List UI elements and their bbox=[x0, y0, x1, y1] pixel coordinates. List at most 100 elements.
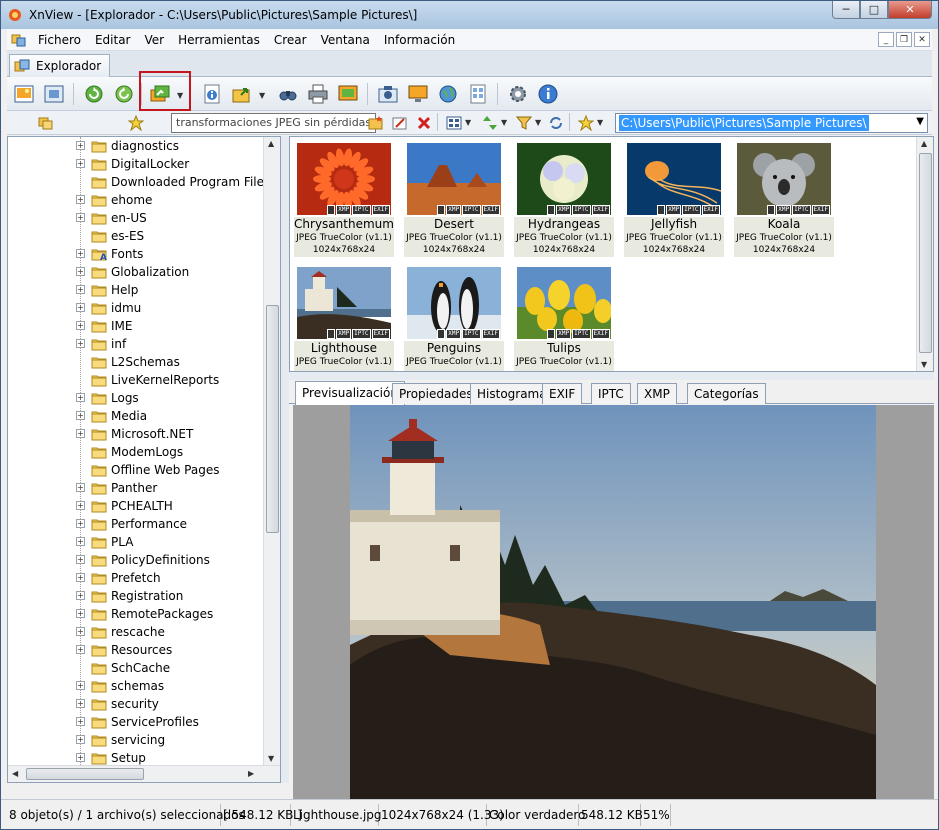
tree-item[interactable]: + schemas bbox=[8, 677, 264, 695]
tab-propiedades[interactable]: Propiedades bbox=[392, 383, 480, 404]
tree-item[interactable]: + servicing bbox=[8, 731, 264, 749]
web-page-button[interactable] bbox=[435, 81, 461, 107]
thumbnail-item[interactable]: XMP IPTC EXIF Desert JPEG TrueColor (v1.1) 10… bbox=[404, 139, 504, 257]
tree-expander-icon[interactable]: + bbox=[76, 339, 85, 348]
tree-expander-icon[interactable]: + bbox=[76, 717, 85, 726]
tree-item[interactable]: + Prefetch bbox=[8, 569, 264, 587]
contact-sheet-button[interactable] bbox=[465, 81, 491, 107]
thumbnail-item[interactable]: XMP IPTC EXIF Tulips JPEG TrueColor (v1.1) bbox=[514, 263, 614, 371]
tree-item[interactable]: ModemLogs bbox=[8, 443, 264, 461]
tree-expander-icon[interactable]: + bbox=[76, 699, 85, 708]
thumbnail-item[interactable]: XMP IPTC EXIF Chrysanthemum JPEG TrueColor (… bbox=[294, 139, 394, 257]
tree-expander-icon[interactable]: + bbox=[76, 627, 85, 636]
tab-iptc[interactable]: IPTC bbox=[591, 383, 631, 404]
tree-expander-icon[interactable]: + bbox=[76, 303, 85, 312]
convert-button[interactable] bbox=[229, 81, 255, 107]
tree-expander-icon[interactable]: + bbox=[76, 537, 85, 546]
screen-view-button[interactable] bbox=[405, 81, 431, 107]
tree-expander-icon[interactable]: + bbox=[76, 411, 85, 420]
tree-expander-icon[interactable]: + bbox=[76, 159, 85, 168]
tab-xmp[interactable]: XMP bbox=[637, 383, 677, 404]
properties-button[interactable] bbox=[199, 81, 225, 107]
tree-item[interactable]: + ServiceProfiles bbox=[8, 713, 264, 731]
thumbnail-browser[interactable]: XMP IPTC EXIF Chrysanthemum JPEG TrueColor (… bbox=[289, 136, 934, 372]
folder-tree[interactable]: + diagnostics + DigitalLocker Downloaded Pro… bbox=[7, 136, 281, 783]
address-bar[interactable]: C:\Users\Public\Pictures\Sample Pictures… bbox=[615, 113, 928, 133]
sync-button[interactable] bbox=[547, 114, 565, 132]
tree-item[interactable]: + Globalization bbox=[8, 263, 264, 281]
tree-item[interactable]: + Panther bbox=[8, 479, 264, 497]
favorites-dropdown-arrow[interactable]: ▼ bbox=[597, 118, 603, 127]
thumbnail-item[interactable]: XMP IPTC EXIF Koala JPEG TrueColor (v1.1) 102… bbox=[734, 139, 834, 257]
tree-item[interactable]: + IME bbox=[8, 317, 264, 335]
tree-item[interactable]: L2Schemas bbox=[8, 353, 264, 371]
tree-item[interactable]: + Resources bbox=[8, 641, 264, 659]
tree-expander-icon[interactable]: + bbox=[76, 609, 85, 618]
filter-button[interactable] bbox=[515, 114, 533, 132]
favorites-add-button[interactable] bbox=[127, 114, 145, 132]
tree-item[interactable]: + diagnostics bbox=[8, 137, 264, 155]
tree-expander-icon[interactable]: + bbox=[76, 735, 85, 744]
filter-dropdown-arrow[interactable]: ▼ bbox=[535, 118, 541, 127]
tree-item[interactable]: + inf bbox=[8, 335, 264, 353]
horizontal-splitter[interactable] bbox=[289, 372, 934, 380]
thumbnail-item[interactable]: XMP IPTC EXIF Jellyfish JPEG TrueColor (v1.1… bbox=[624, 139, 724, 257]
address-dropdown-arrow[interactable]: ▼ bbox=[916, 116, 924, 127]
thumbnail-item[interactable]: XMP IPTC EXIF Lighthouse JPEG TrueColor (v1.… bbox=[294, 263, 394, 371]
sort-dropdown-arrow[interactable]: ▼ bbox=[501, 118, 507, 127]
tree-item[interactable]: + Logs bbox=[8, 389, 264, 407]
browser-scroll-down-arrow[interactable]: ▼ bbox=[921, 360, 927, 369]
title-bar[interactable]: XnView - [Explorador - C:\Users\Public\P… bbox=[1, 1, 938, 29]
tree-item[interactable]: Downloaded Program Files bbox=[8, 173, 270, 191]
folders-button[interactable] bbox=[37, 114, 55, 132]
tab-explorador[interactable]: Explorador bbox=[9, 54, 111, 77]
view-mode-dropdown-arrow[interactable]: ▼ bbox=[465, 118, 471, 127]
menu-herramientas[interactable]: Herramientas bbox=[171, 29, 267, 51]
scroll-left-arrow[interactable]: ◀ bbox=[12, 769, 18, 778]
tree-item[interactable]: es-ES bbox=[8, 227, 264, 245]
convert-dropdown-arrow[interactable]: ▼ bbox=[259, 91, 265, 100]
thumbnail-item[interactable]: XMP IPTC EXIF Penguins JPEG TrueColor (v1.1) bbox=[404, 263, 504, 371]
tree-expander-icon[interactable]: + bbox=[76, 393, 85, 402]
tree-expander-icon[interactable]: + bbox=[76, 591, 85, 600]
tree-item[interactable]: + idmu bbox=[8, 299, 264, 317]
tree-item[interactable]: + Microsoft.NET bbox=[8, 425, 264, 443]
print-button[interactable] bbox=[305, 81, 331, 107]
new-folder-button[interactable] bbox=[367, 114, 385, 132]
tree-item[interactable]: + PolicyDefinitions bbox=[8, 551, 264, 569]
menu-ver[interactable]: Ver bbox=[138, 29, 172, 51]
options-button[interactable] bbox=[505, 81, 531, 107]
scroll-up-arrow[interactable]: ▲ bbox=[268, 139, 274, 148]
tree-expander-icon[interactable]: + bbox=[76, 501, 85, 510]
tree-item[interactable]: + PCHEALTH bbox=[8, 497, 264, 515]
menu-crear[interactable]: Crear bbox=[267, 29, 314, 51]
tree-item[interactable]: SchCache bbox=[8, 659, 264, 677]
maximize-button[interactable]: □ bbox=[860, 1, 888, 19]
find-button[interactable] bbox=[275, 81, 301, 107]
tree-expander-icon[interactable]: + bbox=[76, 429, 85, 438]
thumbnail-item[interactable]: XMP IPTC EXIF Hydrangeas JPEG TrueColor (v1.… bbox=[514, 139, 614, 257]
menu-informacion[interactable]: Información bbox=[377, 29, 462, 51]
delete-button[interactable] bbox=[415, 114, 433, 132]
xnview-app-icon[interactable] bbox=[7, 7, 23, 23]
capture-button[interactable] bbox=[375, 81, 401, 107]
tab-exif[interactable]: EXIF bbox=[542, 383, 583, 404]
tab-categorias[interactable]: Categorías bbox=[687, 383, 766, 404]
mdi-minimize-button[interactable]: _ bbox=[878, 32, 894, 47]
favorites-button[interactable] bbox=[577, 114, 595, 132]
tree-expander-icon[interactable]: + bbox=[76, 519, 85, 528]
tree-expander-icon[interactable]: + bbox=[76, 483, 85, 492]
tree-item[interactable]: + PLA bbox=[8, 533, 264, 551]
tree-scroll-thumb[interactable] bbox=[266, 305, 279, 533]
tree-item[interactable]: + Help bbox=[8, 281, 264, 299]
tree-expander-icon[interactable]: + bbox=[76, 213, 85, 222]
tree-vertical-scrollbar[interactable]: ▲ ▼ bbox=[263, 137, 280, 765]
tree-horizontal-scrollbar[interactable]: ◀ ▶ bbox=[8, 765, 280, 782]
browser-vertical-scrollbar[interactable]: ▲ ▼ bbox=[916, 137, 933, 371]
tree-item[interactable]: + Performance bbox=[8, 515, 264, 533]
tree-expander-icon[interactable]: + bbox=[76, 285, 85, 294]
tree-expander-icon[interactable]: + bbox=[76, 141, 85, 150]
tree-item[interactable]: + Media bbox=[8, 407, 264, 425]
scroll-right-arrow[interactable]: ▶ bbox=[248, 769, 254, 778]
tree-hscroll-thumb[interactable] bbox=[26, 768, 144, 780]
